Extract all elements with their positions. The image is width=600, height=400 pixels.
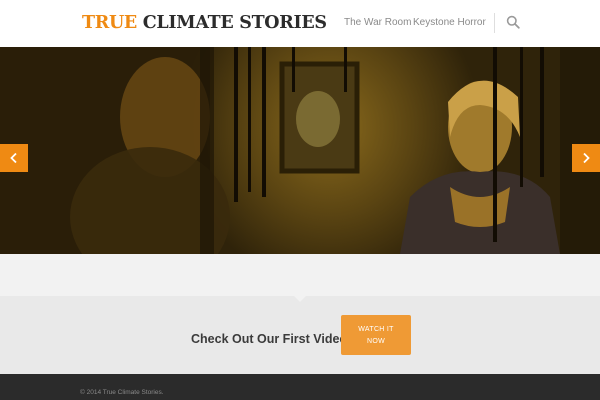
site-footer: © 2014 True Climate Stories. bbox=[0, 374, 600, 400]
logo-text: CLIMATE STORIES bbox=[142, 13, 327, 33]
nav-divider bbox=[494, 13, 495, 33]
chevron-left-icon bbox=[10, 152, 17, 164]
nav-link-war-room[interactable]: The War Room bbox=[344, 17, 411, 28]
watch-it-now-button[interactable]: WATCH IT NOW bbox=[341, 315, 411, 355]
search-icon[interactable] bbox=[506, 15, 520, 29]
chevron-right-icon bbox=[583, 152, 590, 164]
watch-button-line-2: NOW bbox=[366, 338, 385, 345]
hero-image bbox=[0, 47, 600, 254]
nav-link-keystone-horror[interactable]: Keystone Horror bbox=[413, 17, 486, 28]
slider-prev-button[interactable] bbox=[0, 144, 28, 172]
logo-accent-text: TRUE bbox=[82, 13, 137, 33]
section-notch bbox=[293, 295, 307, 302]
copyright-text: © 2014 True Climate Stories. bbox=[80, 389, 164, 396]
cta-heading: Check Out Our First Video! bbox=[191, 332, 352, 346]
watch-button-line-1: WATCH IT bbox=[358, 326, 394, 333]
slider-next-button[interactable] bbox=[572, 144, 600, 172]
empty-band bbox=[0, 254, 600, 296]
site-header: TRUE CLIMATE STORIES The War Room Keysto… bbox=[0, 0, 600, 47]
site-logo[interactable]: TRUE CLIMATE STORIES bbox=[82, 13, 327, 33]
hero-slider bbox=[0, 47, 600, 254]
watch-button-label: WATCH IT NOW bbox=[341, 324, 411, 348]
call-to-action: Check Out Our First Video! WATCH IT NOW bbox=[0, 295, 600, 374]
